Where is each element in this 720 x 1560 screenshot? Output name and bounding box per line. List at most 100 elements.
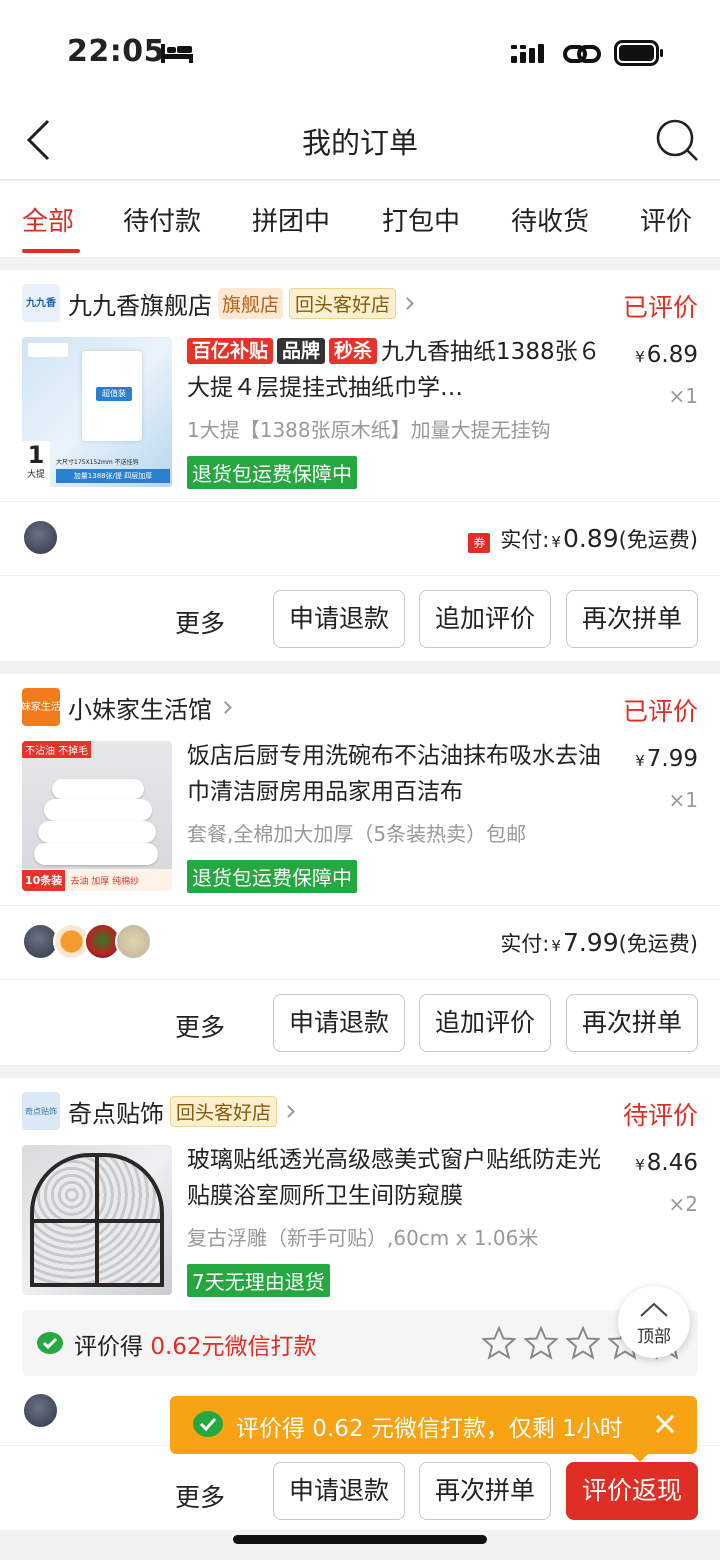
returning-customer-tag: 回头客好店 (170, 1095, 278, 1127)
signal-icon (511, 44, 544, 63)
order-card: 小妹家生活馆 小妹家生活馆 已评价 不沾油 不掉毛 10条装 去油 加厚 纯棉纱… (0, 674, 720, 1065)
tab-pending-receipt[interactable]: 待收货 (511, 201, 589, 238)
paid-amount: 券 实付: ¥ 0.89 (免运费) (468, 524, 698, 554)
store-logo: 九九香 (22, 284, 60, 322)
chevron-right-icon (282, 1104, 295, 1118)
review-reward-bar[interactable]: 评价得 0.62元微信打款 (22, 1310, 698, 1376)
home-indicator (233, 1535, 487, 1544)
search-icon[interactable] (655, 118, 699, 162)
divider (0, 979, 720, 980)
order-list-screen: 22:05 我的订单 全部 待付款 拼团中 打包中 待收货 评价 九九香 九九香… (0, 0, 720, 1560)
avatar (22, 1392, 59, 1429)
product-title[interactable]: 玻璃贴纸透光高级感美式窗户贴纸防走光贴膜浴室厕所卫生间防窥膜 (187, 1142, 607, 1214)
refund-button[interactable]: 申请退款 (273, 590, 405, 648)
reorder-button[interactable]: 再次拼单 (419, 1462, 551, 1520)
wechat-pay-icon (193, 1411, 223, 1437)
more-button[interactable]: 更多 (175, 1008, 225, 1044)
product-quantity: ×2 (668, 1192, 698, 1216)
guarantee-tag: 退货包运费保障中 (187, 860, 357, 893)
add-review-button[interactable]: 追加评价 (419, 590, 551, 648)
reorder-button[interactable]: 再次拼单 (566, 994, 698, 1052)
order-card: 奇点贴饰 奇点贴饰 回头客好店 待评价 玻璃贴纸透光高级感美式窗户贴纸防走光贴膜… (0, 1078, 720, 1530)
avatar (115, 923, 152, 960)
flash-sale-badge: 秒杀 (329, 338, 378, 364)
store-name: 九九香旗舰店 (68, 291, 212, 320)
status-time: 22:05 (67, 34, 165, 69)
order-card: 九九香 九九香旗舰店 旗舰店 回头客好店 已评价 超值装 1 大提 大尺寸175… (0, 270, 720, 661)
back-to-top-button[interactable]: 顶部 (618, 1286, 690, 1358)
guarantee-tag: 退货包运费保障中 (187, 456, 357, 489)
back-to-top-label: 顶部 (637, 1327, 671, 1347)
buyer-avatars (22, 923, 152, 960)
nav-bar: 我的订单 (0, 100, 720, 180)
more-button[interactable]: 更多 (175, 1478, 225, 1514)
product-sku: 复古浮雕（新手可贴）,60cm x 1.06米 (187, 1226, 539, 1250)
review-cashback-button[interactable]: 评价返现 (566, 1462, 698, 1520)
product-image[interactable]: 超值装 1 大提 大尺寸175X152mm 不送挂钩 加量1388张/提 四层加… (22, 337, 172, 487)
store-header[interactable]: 九九香 九九香旗舰店 旗舰店 回头客好店 (22, 284, 414, 322)
product-price: ¥7.99 (635, 746, 698, 772)
tab-pending-payment[interactable]: 待付款 (123, 201, 201, 238)
store-logo: 小妹家生活馆 (22, 688, 60, 726)
tab-all[interactable]: 全部 (22, 201, 74, 238)
order-status: 待评价 (622, 1101, 698, 1130)
star-icon[interactable] (566, 1326, 600, 1360)
product-sku: 套餐,全棉加大加厚（5条装热卖）包邮 (187, 822, 527, 846)
toast-text: 评价得 0.62 元微信打款，仅剩 1小时 (236, 1416, 623, 1442)
arrow-up-icon (640, 1302, 668, 1317)
page-title: 我的订单 (301, 126, 418, 160)
paid-amount: 实付: ¥ 7.99 (免运费) (500, 928, 698, 957)
add-review-button[interactable]: 追加评价 (419, 994, 551, 1052)
product-price: ¥6.89 (635, 342, 698, 368)
status-bar: 22:05 (0, 0, 720, 100)
order-tabs: 全部 待付款 拼团中 打包中 待收货 评价 (0, 181, 720, 257)
more-button[interactable]: 更多 (175, 604, 225, 640)
product-title[interactable]: 饭店后厨专用洗碗布不沾油抹布吸水去油巾清洁厨房用品家用百洁布 (187, 738, 607, 810)
store-name: 小妹家生活馆 (68, 695, 212, 724)
product-sku: 1大提【1388张原木纸】加量大提无挂钩 (187, 418, 551, 442)
sleep-mode-icon (161, 44, 193, 63)
return-policy-tag: 7天无理由退货 (187, 1264, 330, 1297)
divider (0, 501, 720, 502)
divider (0, 575, 720, 576)
tab-packing[interactable]: 打包中 (382, 201, 460, 238)
battery-icon (614, 40, 663, 66)
close-icon[interactable] (651, 1410, 679, 1438)
buyer-avatars (22, 519, 59, 556)
product-image[interactable]: 不沾油 不掉毛 10条装 去油 加厚 纯棉纱 (22, 741, 172, 891)
store-header[interactable]: 小妹家生活馆 小妹家生活馆 (22, 688, 232, 726)
toast-pointer (630, 1452, 650, 1462)
product-image[interactable] (22, 1145, 172, 1295)
returning-customer-tag: 回头客好店 (289, 287, 397, 319)
subsidy-badge: 百亿补贴 (187, 338, 274, 364)
active-tab-indicator (22, 249, 80, 253)
wechat-pay-icon (37, 1332, 63, 1354)
store-header[interactable]: 奇点贴饰 奇点贴饰 回头客好店 (22, 1092, 295, 1130)
review-reward-text: 评价得 0.62元微信打款 (74, 1334, 317, 1360)
product-quantity: ×1 (668, 384, 698, 408)
tab-group-buying[interactable]: 拼团中 (252, 201, 330, 238)
product-quantity: ×1 (668, 788, 698, 812)
store-logo: 奇点贴饰 (22, 1092, 60, 1130)
product-price: ¥8.46 (635, 1150, 698, 1176)
tab-review[interactable]: 评价 (640, 201, 692, 238)
refund-button[interactable]: 申请退款 (273, 994, 405, 1052)
store-name: 奇点贴饰 (68, 1099, 164, 1128)
brand-badge: 品牌 (277, 338, 326, 364)
refund-button[interactable]: 申请退款 (273, 1462, 405, 1520)
star-icon[interactable] (482, 1326, 516, 1360)
chevron-right-icon (401, 296, 414, 310)
flagship-tag: 旗舰店 (218, 287, 284, 319)
buyer-avatars (22, 1392, 59, 1429)
order-status: 已评价 (622, 293, 698, 322)
divider (0, 905, 720, 906)
order-status: 已评价 (622, 697, 698, 726)
coupon-icon: 券 (468, 533, 491, 553)
product-title[interactable]: 百亿补贴 品牌 秒杀 九九香抽纸1388张６大提４层提挂式抽纸巾学… (187, 334, 607, 406)
chevron-right-icon (219, 700, 232, 714)
star-icon[interactable] (524, 1326, 558, 1360)
reorder-button[interactable]: 再次拼单 (566, 590, 698, 648)
avatar (22, 519, 59, 556)
link-icon (563, 45, 601, 63)
review-reward-toast[interactable]: 评价得 0.62 元微信打款，仅剩 1小时 (170, 1396, 697, 1462)
